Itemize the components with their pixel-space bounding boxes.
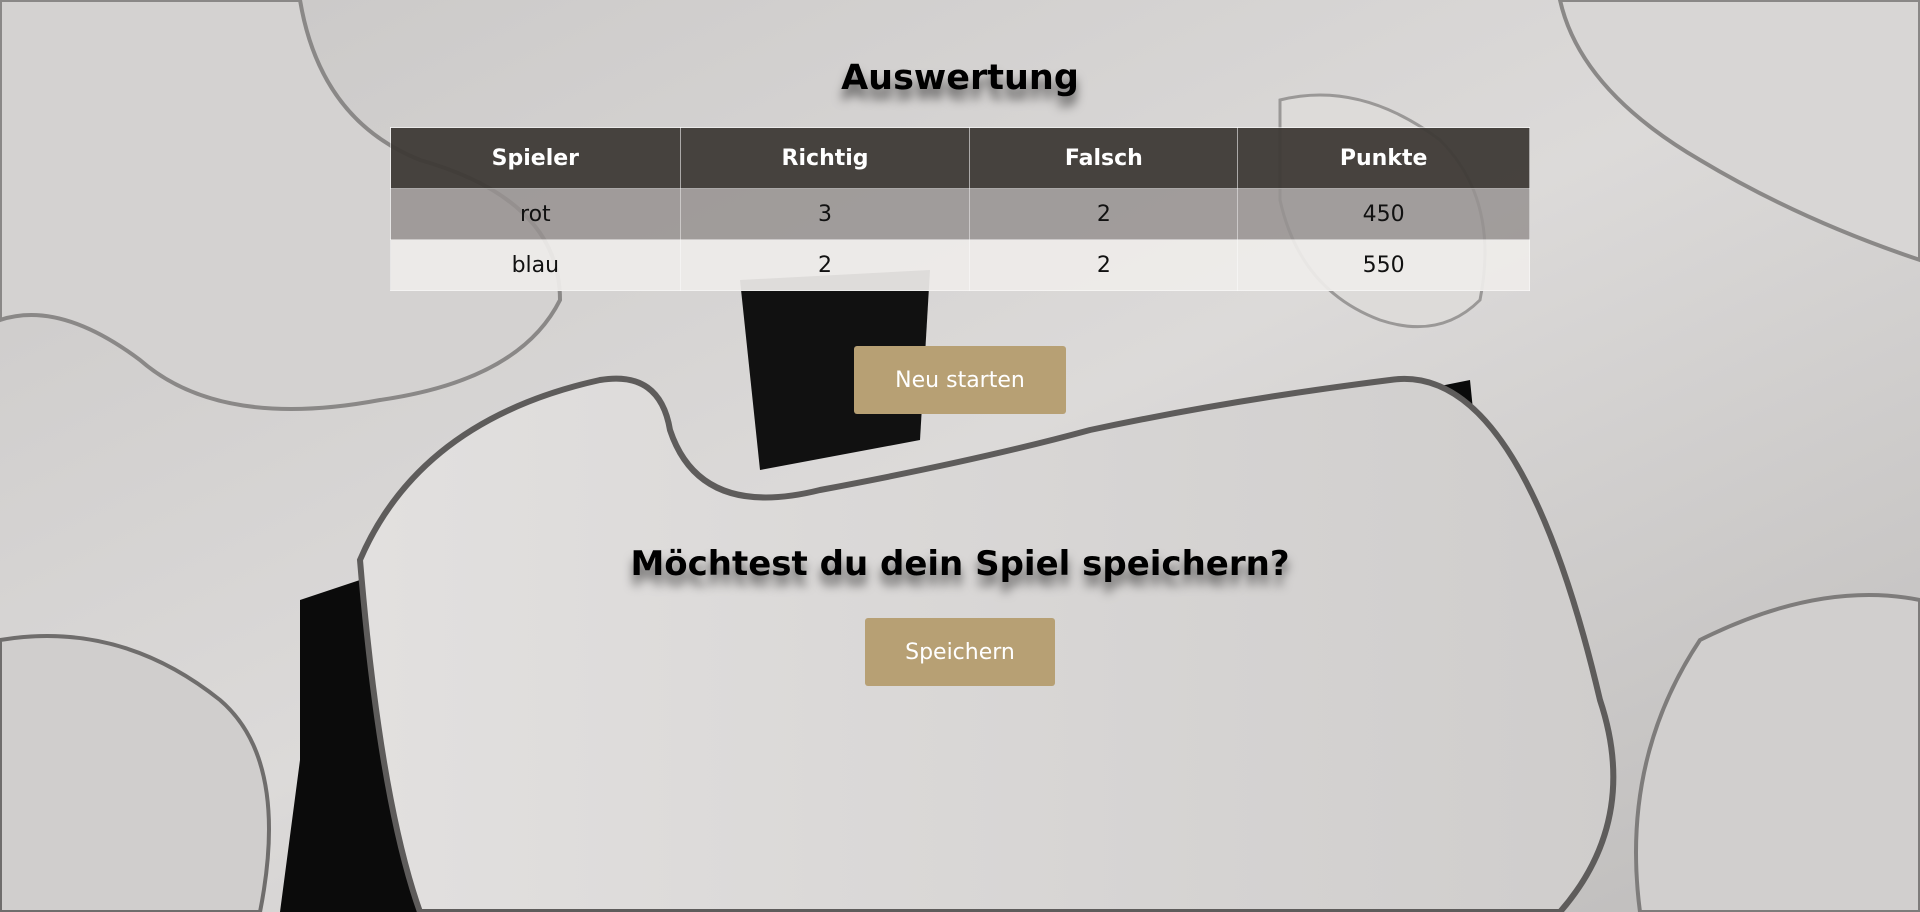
points-cell: 450: [1237, 188, 1530, 240]
column-header-wrong: Falsch: [969, 127, 1239, 189]
results-page: Auswertung Spieler Richtig Falsch Punkte…: [0, 0, 1920, 912]
table-row: rot 3 2 450: [390, 188, 1530, 240]
column-header-points: Punkte: [1237, 127, 1530, 189]
page-title: Auswertung: [841, 58, 1079, 98]
correct-cell: 3: [679, 188, 971, 240]
restart-button[interactable]: Neu starten: [854, 346, 1066, 414]
table-header-row: Spieler Richtig Falsch Punkte: [390, 127, 1530, 189]
wrong-cell: 2: [969, 239, 1239, 291]
wrong-cell: 2: [969, 188, 1239, 240]
save-button[interactable]: Speichern: [865, 618, 1055, 686]
column-header-player: Spieler: [390, 127, 681, 189]
results-table: Spieler Richtig Falsch Punkte rot 3 2 45…: [390, 127, 1530, 291]
player-cell: blau: [390, 239, 681, 291]
save-question-heading: Möchtest du dein Spiel speichern?: [630, 544, 1290, 584]
points-cell: 550: [1237, 239, 1530, 291]
table-row: blau 2 2 550: [390, 239, 1530, 291]
player-cell: rot: [390, 188, 681, 240]
column-header-correct: Richtig: [679, 127, 971, 189]
correct-cell: 2: [679, 239, 971, 291]
